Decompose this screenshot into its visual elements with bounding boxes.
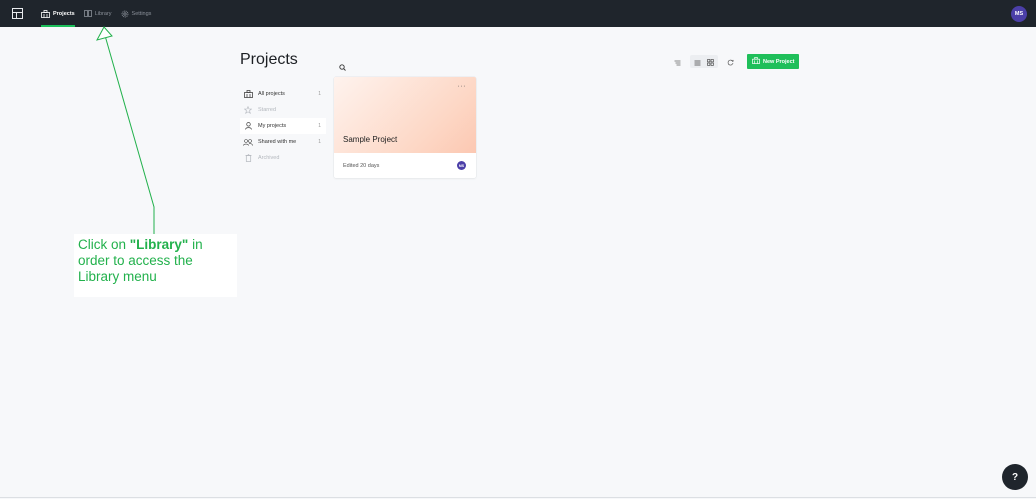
sidebar-item-label: Shared with me	[258, 139, 297, 145]
sidebar-item-label: My projects	[258, 123, 287, 129]
edited-time: Edited 20 days	[343, 162, 380, 169]
app-logo-icon[interactable]	[12, 8, 23, 19]
help-button[interactable]: ?	[1002, 464, 1028, 490]
annotation-prefix: Click on	[78, 237, 130, 252]
gear-icon	[121, 10, 129, 18]
library-icon	[83, 10, 92, 17]
page-title: Projects	[240, 51, 298, 68]
sidebar-item-shared-with-me[interactable]: Shared with me 1	[240, 134, 326, 150]
nav-projects-label: Projects	[53, 10, 75, 17]
project-card[interactable]: ··· Sample Project Edited 20 days MS	[334, 77, 476, 178]
nav-projects[interactable]: Projects	[41, 0, 75, 27]
trash-icon	[243, 154, 253, 162]
user-icon	[243, 122, 253, 130]
sidebar-item-count: 1	[318, 91, 321, 97]
nav-settings[interactable]: Settings	[121, 0, 152, 27]
card-menu-button[interactable]: ···	[458, 83, 467, 90]
grid-view-button[interactable]	[704, 55, 717, 68]
project-toolbar: New Project	[671, 54, 800, 69]
annotation-callout: Click on "Library" in order to access th…	[74, 234, 237, 297]
sidebar-item-label: Starred	[258, 107, 277, 113]
sidebar-item-label: All projects	[258, 91, 285, 97]
list-view-button[interactable]	[691, 55, 704, 68]
bottom-divider	[0, 497, 1036, 498]
search-icon[interactable]	[339, 58, 346, 71]
annotation-emphasis: "Library"	[129, 237, 189, 252]
sort-icon	[674, 53, 681, 71]
top-bar: Projects Library Settings MS	[0, 0, 1036, 27]
users-icon	[243, 138, 253, 146]
card-footer: Edited 20 days MS	[334, 153, 476, 178]
nav-settings-label: Settings	[131, 10, 152, 17]
refresh-button[interactable]	[724, 55, 737, 68]
projects-icon	[752, 57, 760, 66]
list-icon	[694, 53, 701, 71]
sort-button[interactable]	[671, 55, 684, 68]
star-icon	[243, 106, 253, 114]
project-title: Sample Project	[343, 135, 398, 144]
nav-library[interactable]: Library	[83, 0, 112, 27]
owner-avatar: MS	[457, 161, 466, 170]
new-project-label: New Project	[763, 58, 795, 65]
view-toggle	[690, 55, 718, 68]
sidebar-item-count: 1	[318, 139, 321, 145]
sidebar-item-all-projects[interactable]: All projects 1	[240, 86, 326, 102]
projects-icon	[41, 9, 50, 18]
sidebar-item-label: Archived	[258, 155, 280, 161]
sidebar-item-my-projects[interactable]: My projects 1	[240, 118, 326, 134]
nav-library-label: Library	[94, 10, 112, 17]
sidebar-item-count: 1	[318, 123, 321, 129]
project-filter-sidebar: All projects 1 Starred My projects 1 Sha…	[240, 86, 326, 166]
new-project-button[interactable]: New Project	[747, 54, 800, 69]
user-avatar[interactable]: MS	[1011, 6, 1027, 22]
grid-icon	[707, 53, 714, 71]
refresh-icon	[727, 53, 734, 71]
main-nav: Projects Library Settings	[41, 0, 160, 27]
sidebar-item-starred[interactable]: Starred	[240, 102, 326, 118]
project-thumbnail[interactable]: ··· Sample Project	[334, 77, 476, 153]
building-icon	[243, 90, 253, 98]
sidebar-item-archived[interactable]: Archived	[240, 150, 326, 166]
